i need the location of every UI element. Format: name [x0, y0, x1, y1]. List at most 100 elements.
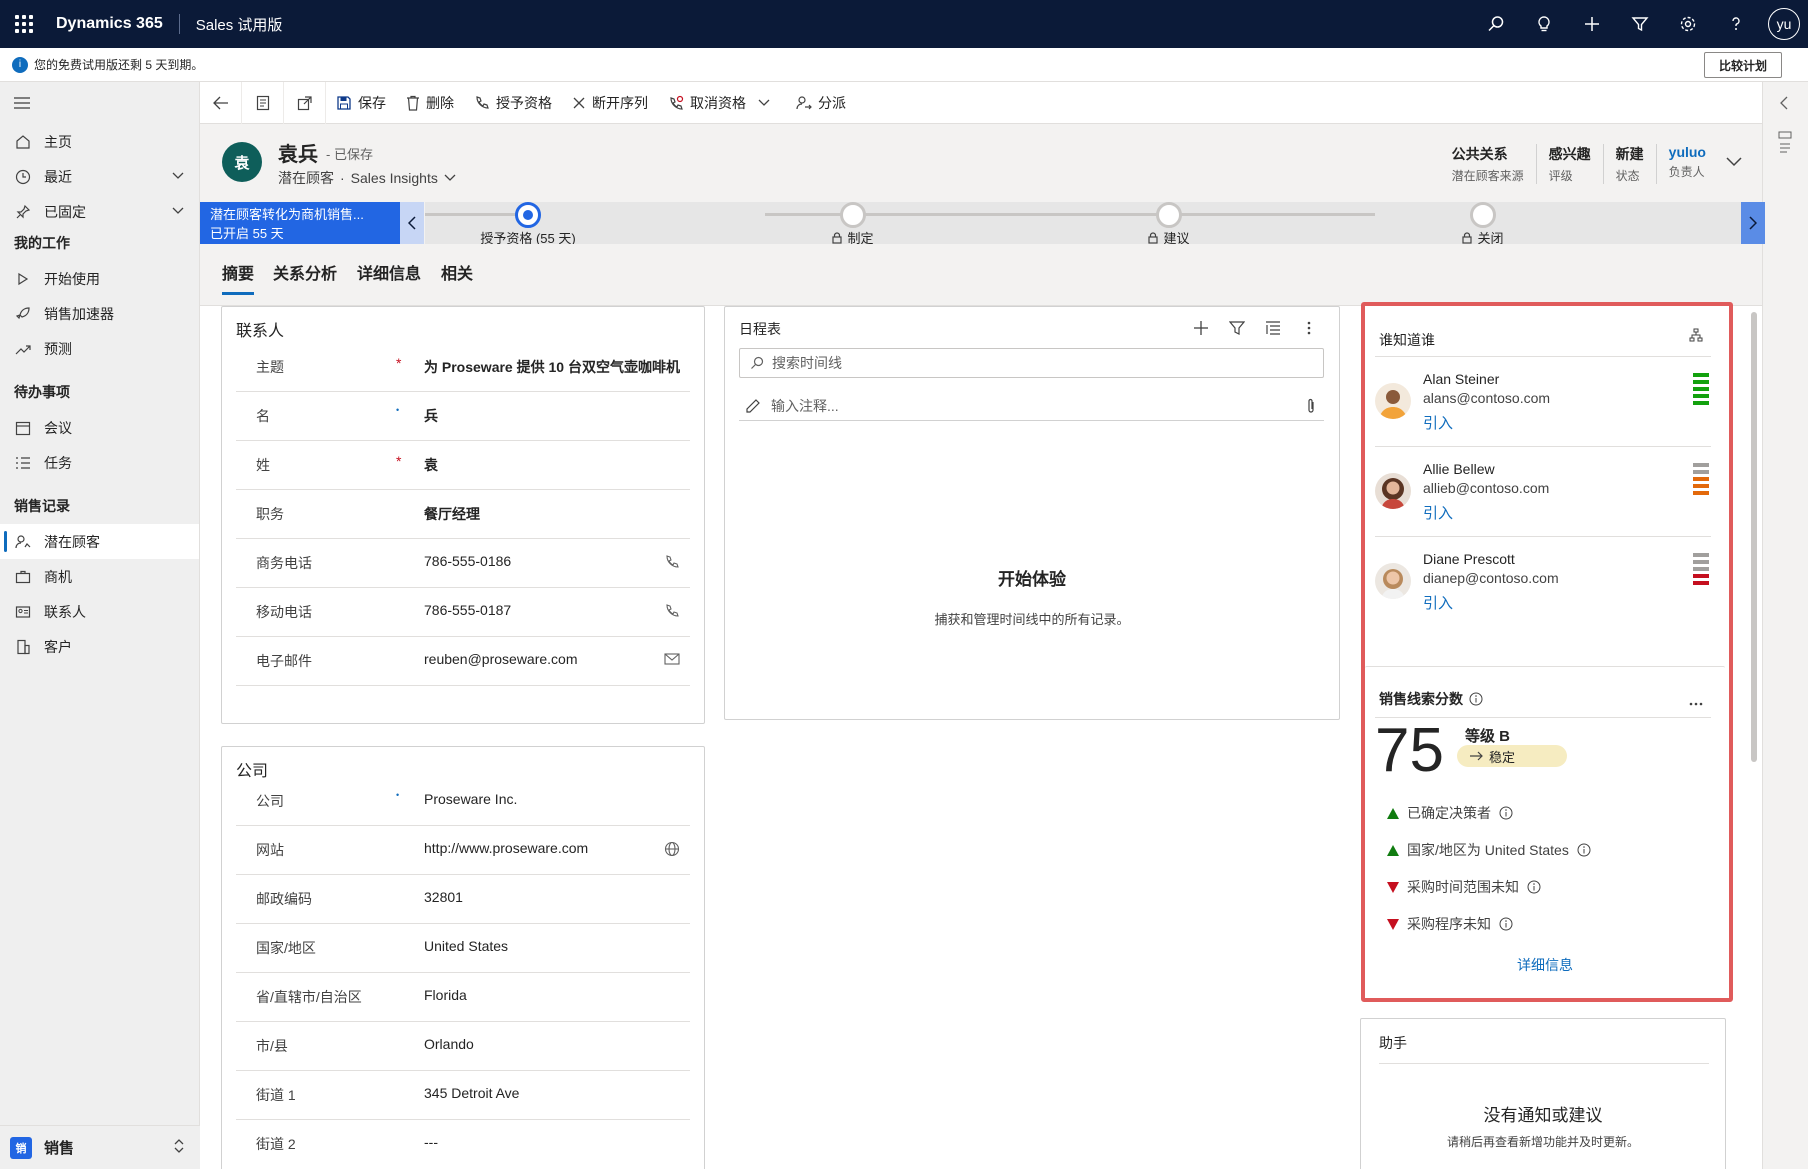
- field-label: 国家/地区: [256, 940, 316, 956]
- copilot-icon[interactable]: [1777, 130, 1793, 161]
- field-topic[interactable]: 主题 * 为 Proseware 提供 10 台双空气壶咖啡机: [236, 343, 690, 392]
- sidebar-group-my-work: 我的工作: [14, 235, 70, 251]
- field-postal-code[interactable]: 邮政编码 32801: [236, 875, 690, 924]
- chevron-down-icon[interactable]: [171, 203, 185, 220]
- field-mobile-phone[interactable]: 移动电话 786-555-0187: [236, 588, 690, 637]
- form-view-icon[interactable]: [242, 81, 284, 124]
- qualify-button[interactable]: 授予资格: [464, 82, 562, 124]
- tab-summary[interactable]: 摘要: [222, 260, 255, 295]
- brand-name[interactable]: Dynamics 365: [56, 15, 163, 33]
- delete-button[interactable]: 删除: [396, 82, 464, 124]
- field-value[interactable]: Florida: [424, 987, 467, 1003]
- sidebar-item-contacts[interactable]: 联系人: [0, 594, 199, 629]
- vertical-scrollbar[interactable]: [1751, 312, 1757, 762]
- mail-icon[interactable]: [664, 652, 680, 669]
- field-value[interactable]: Proseware Inc.: [424, 791, 517, 807]
- lightbulb-icon[interactable]: [1520, 0, 1568, 48]
- field-value[interactable]: 为 Proseware 提供 10 台双空气壶咖啡机: [424, 357, 680, 377]
- bpf-stage-develop[interactable]: 制定: [773, 202, 933, 246]
- sidebar-item-get-started[interactable]: 开始使用: [0, 261, 199, 296]
- search-icon[interactable]: [1472, 0, 1520, 48]
- header-field-owner[interactable]: yuluo 负责人: [1655, 144, 1718, 184]
- timeline-note-input[interactable]: 输入注释...: [739, 391, 1324, 421]
- globe-icon[interactable]: [664, 841, 680, 860]
- form-selector[interactable]: Sales Insights: [351, 170, 438, 186]
- chevron-left-icon[interactable]: [400, 202, 424, 244]
- back-arrow-icon[interactable]: [200, 81, 242, 124]
- chevron-down-icon[interactable]: [444, 174, 456, 182]
- field-first-name[interactable]: 名 • 兵: [236, 392, 690, 441]
- chevron-right-icon[interactable]: [1741, 202, 1765, 244]
- plus-icon[interactable]: [1568, 0, 1616, 48]
- app-name[interactable]: Sales 试用版: [196, 14, 283, 35]
- field-value[interactable]: United States: [424, 938, 508, 954]
- field-value[interactable]: 345 Detroit Ave: [424, 1085, 519, 1101]
- sort-list-icon[interactable]: [1255, 317, 1291, 339]
- owner-link[interactable]: yuluo: [1669, 144, 1706, 160]
- area-switcher[interactable]: 销 销售: [0, 1125, 200, 1169]
- field-country[interactable]: 国家/地区 United States: [236, 924, 690, 973]
- field-business-phone[interactable]: 商务电话 786-555-0186: [236, 539, 690, 588]
- chevron-down-icon[interactable]: [1726, 154, 1742, 170]
- field-value[interactable]: 786-555-0187: [424, 602, 511, 618]
- sidebar-item-accounts[interactable]: 客户: [0, 629, 199, 664]
- plus-icon[interactable]: [1183, 317, 1219, 339]
- filter-icon[interactable]: [1616, 0, 1664, 48]
- sidebar-item-leads[interactable]: 潜在顾客: [0, 524, 199, 559]
- field-value[interactable]: reuben@proseware.com: [424, 651, 578, 667]
- field-job-title[interactable]: 职务 餐厅经理: [236, 490, 690, 539]
- bpf-stage-qualify[interactable]: 授予资格 (55 天): [448, 202, 608, 246]
- field-company[interactable]: 公司 • Proseware Inc.: [236, 777, 690, 826]
- bpf-process-flyout[interactable]: 潜在顾客转化为商机销售... 已开启 55 天: [200, 202, 424, 244]
- field-state[interactable]: 省/直辖市/自治区 Florida: [236, 973, 690, 1022]
- field-street-1[interactable]: 街道 1 345 Detroit Ave: [236, 1071, 690, 1120]
- gear-icon[interactable]: [1664, 0, 1712, 48]
- sidebar-item-home[interactable]: 主页: [0, 124, 199, 159]
- compare-plans-button[interactable]: 比较计划: [1703, 52, 1782, 78]
- chevron-left-icon[interactable]: [1779, 96, 1789, 113]
- field-city[interactable]: 市/县 Orlando: [236, 1022, 690, 1071]
- help-icon[interactable]: [1712, 0, 1760, 48]
- sidebar-item-meetings[interactable]: 会议: [0, 410, 199, 445]
- tab-related[interactable]: 相关: [441, 260, 473, 292]
- sidebar-item-opportunities[interactable]: 商机: [0, 559, 199, 594]
- more-vertical-icon[interactable]: [1291, 317, 1327, 339]
- disqualify-label: 取消资格: [690, 94, 746, 111]
- field-value[interactable]: 兵: [424, 406, 438, 426]
- sidebar-item-pinned[interactable]: 已固定: [0, 194, 199, 229]
- timeline-search-input[interactable]: 搜索时间线: [739, 348, 1324, 378]
- sidebar-item-tasks[interactable]: 任务: [0, 445, 199, 480]
- field-value[interactable]: ---: [424, 1134, 438, 1150]
- field-value[interactable]: http://www.proseware.com: [424, 840, 588, 856]
- disqualify-button[interactable]: 取消资格: [658, 82, 786, 124]
- user-avatar[interactable]: yu: [1768, 8, 1800, 40]
- sidebar-item-sales-accelerator[interactable]: 销售加速器: [0, 296, 199, 331]
- field-value[interactable]: 袁: [424, 455, 438, 475]
- field-email[interactable]: 电子邮件 reuben@proseware.com: [236, 637, 690, 686]
- filter-icon[interactable]: [1219, 317, 1255, 339]
- bpf-stage-propose[interactable]: 建议: [1089, 202, 1249, 246]
- tab-relationship-analytics[interactable]: 关系分析: [273, 260, 337, 292]
- disconnect-sequence-button[interactable]: 断开序列: [562, 82, 658, 124]
- bpf-stage-close[interactable]: 关闭: [1403, 202, 1563, 246]
- field-last-name[interactable]: 姓 * 袁: [236, 441, 690, 490]
- field-value[interactable]: Orlando: [424, 1036, 474, 1052]
- hamburger-menu-icon[interactable]: [0, 82, 199, 124]
- field-street-2[interactable]: 街道 2 ---: [236, 1120, 690, 1169]
- field-value[interactable]: 餐厅经理: [424, 504, 480, 524]
- field-value[interactable]: 32801: [424, 889, 463, 905]
- phone-icon[interactable]: [664, 603, 680, 622]
- save-button[interactable]: 保存: [326, 82, 396, 124]
- sidebar-item-recent[interactable]: 最近: [0, 159, 199, 194]
- open-new-window-icon[interactable]: [284, 81, 326, 124]
- field-website[interactable]: 网站 http://www.proseware.com: [236, 826, 690, 875]
- app-launcher-icon[interactable]: [0, 0, 48, 48]
- stage-indicator: [840, 202, 866, 228]
- save-icon: [337, 95, 351, 110]
- assign-button[interactable]: 分派: [786, 82, 856, 124]
- chevron-down-icon[interactable]: [171, 168, 185, 185]
- tab-details[interactable]: 详细信息: [357, 260, 421, 292]
- phone-icon[interactable]: [664, 554, 680, 573]
- field-value[interactable]: 786-555-0186: [424, 553, 511, 569]
- sidebar-item-forecast[interactable]: 预测: [0, 331, 199, 366]
